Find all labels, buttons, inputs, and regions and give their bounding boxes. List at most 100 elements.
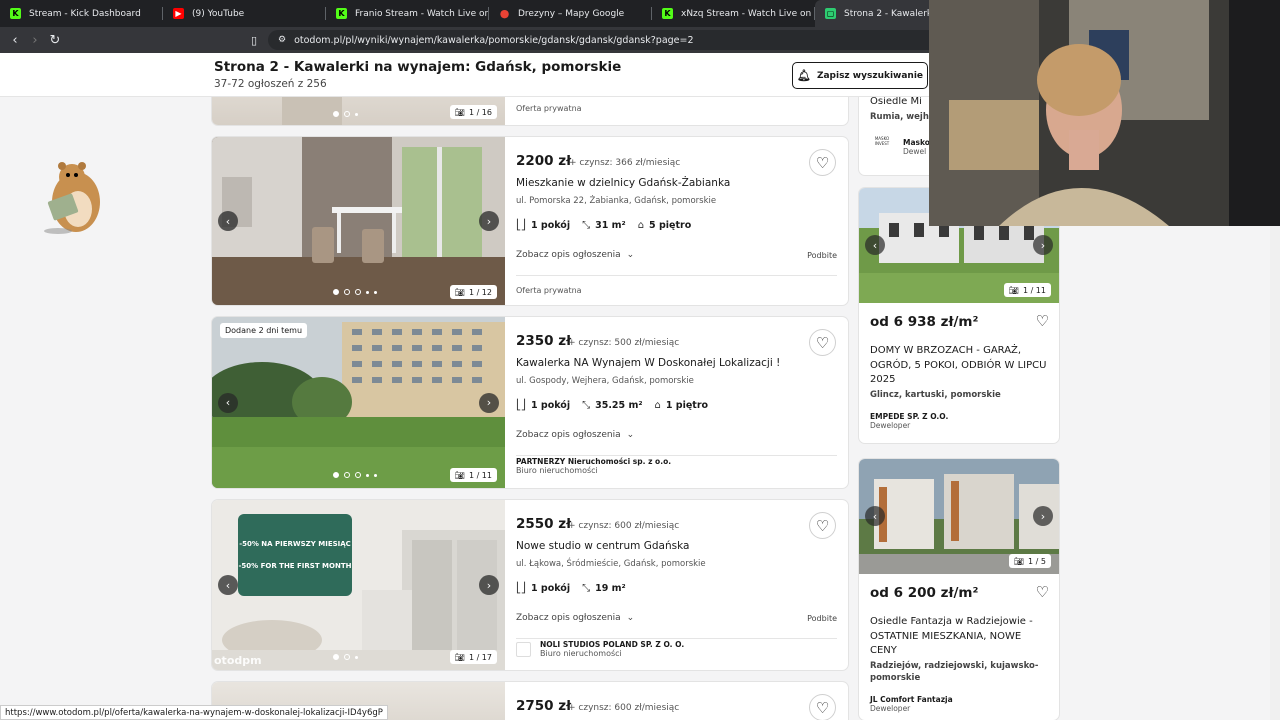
seller-info: PARTNERZY Nieruchomości sp. z o.o. Biuro… [516,457,672,475]
promo-overlay: -50% NA PIERWSZY MIESIĄC -50% FOR THE FI… [238,514,352,596]
show-description-toggle[interactable]: Zobacz opis ogłoszenia ⌄ [516,250,634,260]
development-location: Radziejów, radziejowski, kujawsko-pomors… [870,661,1039,683]
listing-photo[interactable]: Dodane 2 dni temu ‹ › 📷︎ 1 / 11 [212,317,505,488]
development-photo[interactable]: ‹ › 📷︎ 1 / 5 [859,459,1059,574]
area-icon: ⤡ [582,220,591,231]
listing-price: 2350 zł [516,333,572,349]
camera-icon: 📷︎ [454,652,465,662]
photo-next-button[interactable]: › [479,392,499,413]
tab-label: Stream - Kick Dashboard [29,8,141,19]
bell-icon: 🔔︎ [796,69,811,82]
photo-counter: 📷︎ 1 / 5 [1008,554,1051,568]
kick-icon: K [336,8,347,19]
camera-icon: 📷︎ [1008,285,1019,295]
listing-title[interactable]: Mieszkanie w dzielnicy Gdańsk-Żabianka [516,177,730,189]
building-photo [212,317,505,488]
favorite-heart-button[interactable]: ♡ [809,329,836,356]
photo-next-button[interactable]: › [1033,235,1053,255]
listing-photo[interactable]: ‹ › 📷︎ 1 / 12 [212,137,505,305]
development-card[interactable]: ‹ › 📷︎ 1 / 5 od 6 200 zł/m² ♡ Osiedle Fa… [859,459,1059,720]
photo-prev-button[interactable]: ‹ [865,235,885,255]
development-location: Glincz, kartuski, pomorskie [870,390,1001,400]
listing-address: ul. Łąkowa, Śródmieście, Gdańsk, pomorsk… [516,559,706,569]
forward-arrow-icon[interactable]: › [26,31,44,49]
tab-label: xNzq Stream - Watch Live on Kick [681,8,815,19]
listing-address: ul. Gospody, Wejhera, Gdańsk, pomorskie [516,376,694,386]
listing-specs: ⎣⎦ 1 pokój ⤡ 19 m² [516,583,626,594]
developer-info: EMPEDE SP. Z O.O. Deweloper [870,412,949,430]
chevron-down-icon: ⌄ [626,613,635,623]
listing-rent: + czynsz: 600 zł/miesiąc [568,703,680,713]
listing-card[interactable]: ‹ › 📷︎ 1 / 12 2200 zł + czynsz: 366 zł/m… [212,137,848,305]
favorite-heart-button[interactable]: ♡ [1036,583,1049,601]
save-search-button[interactable]: 🔔︎ Zapisz wyszukiwanie [792,62,928,89]
bookmark-icon[interactable]: ▯ [245,31,263,49]
chevron-down-icon: ⌄ [626,430,635,440]
photo-next-button[interactable]: › [479,575,499,595]
listing-title[interactable]: Kawalerka NA Wynajem W Doskonałej Lokali… [516,357,780,369]
listing-specs: ⎣⎦ 1 pokój ⤡ 35.25 m² ⌂ 1 piętro [516,400,709,411]
site-info-icon[interactable]: ⚙ [278,35,286,45]
browser-tab-kick-dashboard[interactable]: K Stream - Kick Dashboard [0,0,163,27]
favorite-heart-button[interactable]: ♡ [809,512,836,539]
room-photo [212,137,505,305]
browser-tab-maps[interactable]: ● Drezyny – Mapy Google [489,0,652,27]
save-search-label: Zapisz wyszukiwanie [816,70,924,81]
address-bar[interactable]: ⚙ otodom.pl/pl/wyniki/wynajem/kawalerka/… [268,30,938,50]
bed-icon: ⎣⎦ [516,220,526,231]
favorite-heart-button[interactable]: ♡ [1036,312,1049,330]
photo-next-button[interactable]: › [1033,506,1053,526]
listing-address: ul. Pomorska 22, Żabianka, Gdańsk, pomor… [516,196,717,206]
kick-icon: K [662,8,673,19]
browser-tab-xnzq[interactable]: K xNzq Stream - Watch Live on Kick [652,0,815,27]
listing-title[interactable]: Nowe studio w centrum Gdańska [516,540,689,552]
development-title[interactable]: Osiedle Fantazja w Radziejowie - OSTATNI… [870,615,1047,659]
listing-rent: + czynsz: 600 zł/miesiąc [568,521,680,531]
favorite-heart-button[interactable]: ♡ [809,149,836,176]
stairs-icon: ⌂ [654,400,661,411]
listing-photo[interactable]: -50% NA PIERWSZY MIESIĄC -50% FOR THE FI… [212,500,505,670]
camera-icon: 📷︎ [454,470,465,480]
maps-pin-icon: ● [499,7,510,20]
photo-counter: 📷︎ 1 / 12 [449,285,497,299]
listing-rent: + czynsz: 366 zł/miesiąc [569,158,681,168]
listing-price: 2550 zł [516,516,572,532]
promoted-label: Podbite [807,251,837,260]
tab-label: Franio Stream - Watch Live on Kick [355,8,489,19]
chevron-down-icon: ⌄ [626,250,635,260]
photo-prev-button[interactable]: ‹ [218,575,238,595]
development-title[interactable]: DOMY W BRZOZACH - GARAŻ, OGRÓD, 5 POKOI,… [870,344,1047,388]
photo-prev-button[interactable]: ‹ [865,506,885,526]
seller-info: Oferta prywatna [516,104,582,113]
photo-prev-button[interactable]: ‹ [218,211,238,231]
browser-tab-franio[interactable]: K Franio Stream - Watch Live on Kick [326,0,489,27]
seller-info: NOLI STUDIOS POLAND SP. Z O. O. Biuro ni… [540,640,685,658]
results-header: Strona 2 - Kawalerki na wynajem: Gdańsk,… [0,53,930,97]
listing-rent: + czynsz: 500 zł/miesiąc [568,338,680,348]
listing-price: 2200 zł [516,153,572,169]
photo-prev-button[interactable]: ‹ [218,392,238,413]
back-arrow-icon[interactable]: ‹ [6,31,24,49]
listing-card[interactable]: -50% NA PIERWSZY MIESIĄC -50% FOR THE FI… [212,500,848,670]
show-description-toggle[interactable]: Zobacz opis ogłoszenia ⌄ [516,613,634,623]
browser-tab-youtube[interactable]: ▶ (9) YouTube [163,0,326,27]
photo-counter: 📷︎ 1 / 11 [449,468,497,482]
listing-card[interactable]: Dodane 2 dni temu ‹ › 📷︎ 1 / 11 2350 zł … [212,317,848,488]
photo-counter: 📷︎ 1 / 17 [449,650,497,664]
youtube-icon: ▶ [173,8,184,19]
seller-info: Oferta prywatna [516,286,582,295]
development-card[interactable]: ‹ › 📷︎ 1 / 11 od 6 938 zł/m² ♡ DOMY W BR… [859,188,1059,443]
promoted-label: Podbite [807,614,837,623]
show-description-toggle[interactable]: Zobacz opis ogłoszenia ⌄ [516,430,634,440]
agency-logo [516,642,531,657]
favorite-heart-button[interactable]: ♡ [809,694,836,720]
otodom-icon: ▢ [825,8,836,19]
page-scrollbar[interactable] [1270,226,1280,720]
photo-next-button[interactable]: › [479,211,499,231]
stairs-icon: ⌂ [637,220,645,231]
camera-icon: 📷︎ [1013,556,1025,566]
listing-specs: ⎣⎦ 1 pokój ⤡ 31 m² ⌂ 5 piętro [516,220,692,231]
camera-icon: 📷︎ [454,107,465,117]
watermark: otodpm [214,654,262,667]
reload-icon[interactable]: ↻ [46,31,64,49]
